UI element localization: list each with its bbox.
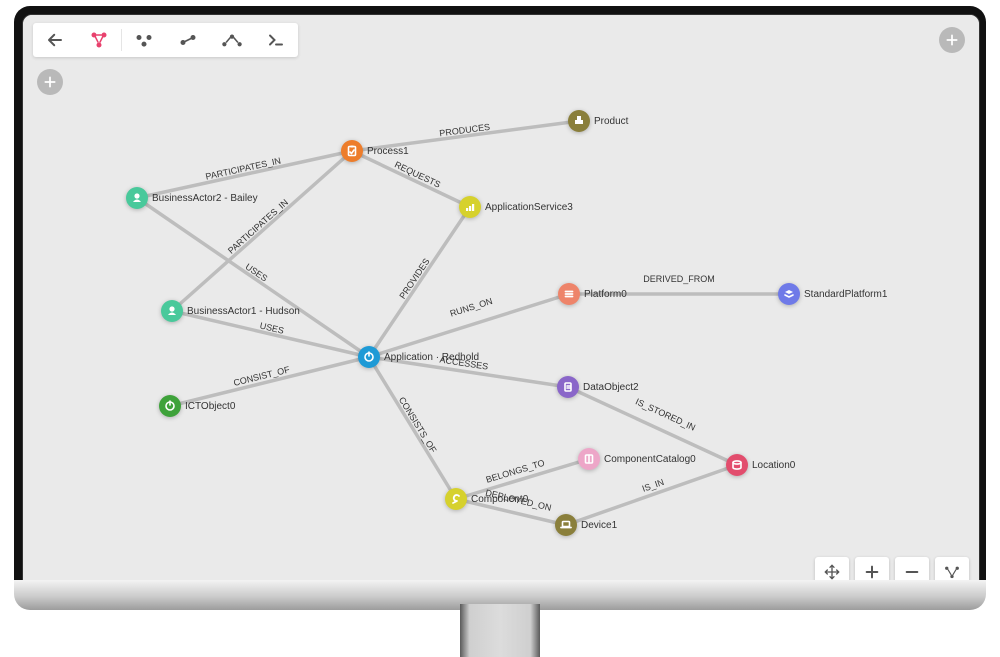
edge[interactable]	[172, 311, 369, 357]
edge-label: IS_STORED_IN	[634, 396, 697, 432]
edge-label: PROVIDES	[397, 257, 431, 301]
node-label: Process1	[367, 146, 409, 157]
edge[interactable]	[137, 198, 369, 357]
graph-node[interactable]: DataObject2	[557, 376, 639, 398]
plus-icon	[864, 564, 880, 580]
node-label: BusinessActor2 - Bailey	[152, 193, 258, 204]
layout-icon	[943, 564, 961, 580]
edge[interactable]	[369, 357, 456, 499]
edge[interactable]	[172, 151, 352, 311]
graph-node[interactable]: StandardPlatform1	[778, 283, 888, 305]
monitor-bezel: PRODUCESREQUESTSPARTICIPATES_INPARTICIPA…	[14, 6, 986, 604]
edge-label: PARTICIPATES_IN	[226, 197, 290, 256]
node-label: Location0	[752, 460, 796, 471]
node-label: ComponentCatalog0	[604, 454, 696, 465]
edge[interactable]	[170, 357, 369, 406]
edge-label: CONSISTS_OF	[397, 395, 439, 455]
minus-icon	[904, 564, 920, 580]
graph-node[interactable]: Location0	[726, 454, 796, 476]
node-label: Component0	[471, 494, 529, 505]
node-label: ICTObject0	[185, 401, 236, 412]
node-label: Application · Redhold	[384, 352, 479, 363]
node-label: Platform0	[584, 289, 627, 300]
edge-label: RUNS_ON	[449, 296, 494, 319]
graph-node[interactable]: ApplicationService3	[459, 196, 573, 218]
node-label: StandardPlatform1	[804, 289, 888, 300]
node-label: Product	[594, 116, 629, 127]
graph-canvas[interactable]: PRODUCESREQUESTSPARTICIPATES_INPARTICIPA…	[23, 15, 977, 571]
monitor-glass: PRODUCESREQUESTSPARTICIPATES_INPARTICIPA…	[22, 14, 980, 598]
graph-node[interactable]: ComponentCatalog0	[578, 448, 696, 470]
node-label: Device1	[581, 520, 618, 531]
edge[interactable]	[566, 465, 737, 525]
graph-node[interactable]: Product	[568, 110, 629, 132]
edge[interactable]	[137, 151, 352, 198]
edge[interactable]	[369, 207, 470, 357]
node-label: ApplicationService3	[485, 202, 573, 213]
move-icon	[824, 564, 840, 580]
edge[interactable]	[352, 151, 470, 207]
node-label: DataObject2	[583, 382, 639, 393]
graph-node[interactable]: Platform0	[558, 283, 627, 305]
monitor-mockup: PRODUCESREQUESTSPARTICIPATES_INPARTICIPA…	[0, 0, 1000, 657]
app-screen: PRODUCESREQUESTSPARTICIPATES_INPARTICIPA…	[23, 15, 979, 597]
node-label: BusinessActor1 - Hudson	[187, 306, 300, 317]
monitor-stand	[460, 604, 540, 657]
edge-label: DERIVED_FROM	[643, 274, 715, 284]
